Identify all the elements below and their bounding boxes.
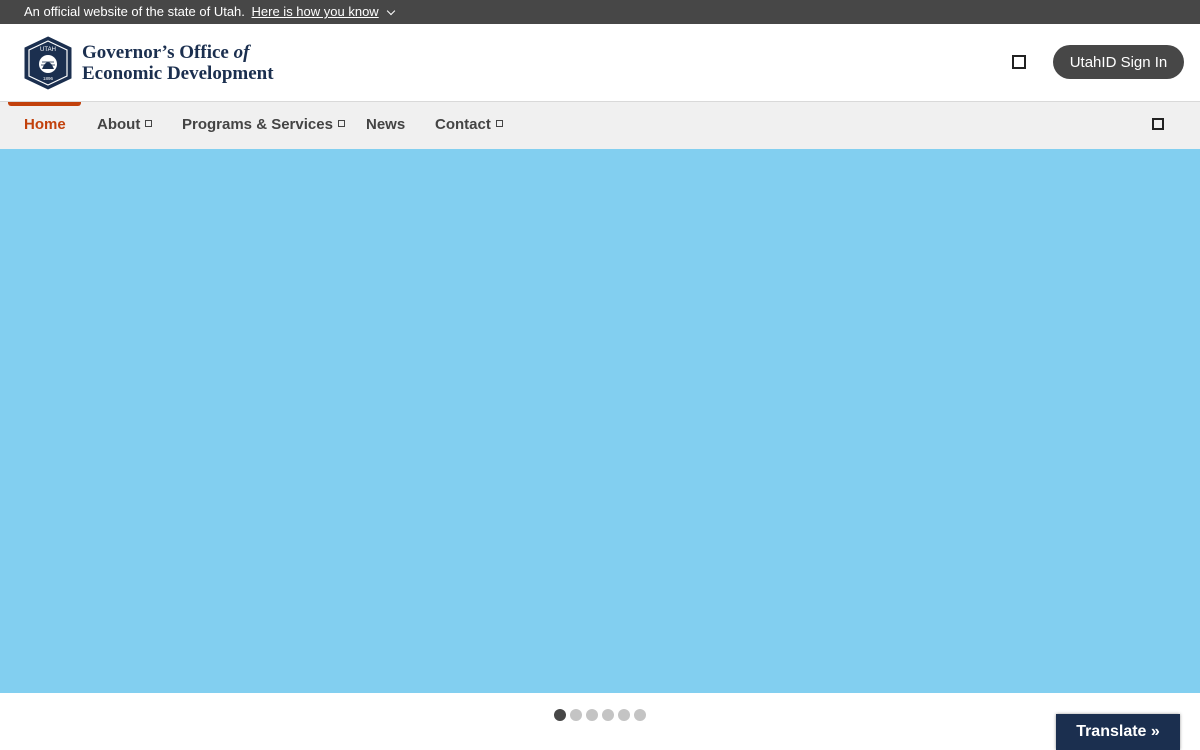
utah-seal-logo[interactable]: UTAH 1896 xyxy=(23,36,73,90)
nav-item-home[interactable]: Home xyxy=(24,116,66,133)
search-icon[interactable] xyxy=(1012,55,1026,69)
agency-title-of: of xyxy=(233,42,250,63)
dropdown-icon xyxy=(337,120,345,127)
carousel-dot[interactable] xyxy=(634,709,646,721)
carousel-dot[interactable] xyxy=(618,709,630,721)
official-banner: An official website of the state of Utah… xyxy=(0,0,1200,24)
utahid-sign-in-button[interactable]: UtahID Sign In xyxy=(1053,45,1184,79)
agency-title-line1: Governor’s Office of xyxy=(82,42,250,63)
menu-icon[interactable] xyxy=(1152,118,1164,130)
hero-carousel-slide[interactable] xyxy=(0,149,1200,693)
how-you-know-link[interactable]: Here is how you know xyxy=(252,4,379,19)
official-banner-text: An official website of the state of Utah… xyxy=(24,4,245,19)
seal-text: UTAH xyxy=(40,47,56,53)
dropdown-icon xyxy=(495,120,503,127)
main-nav: Home About Programs & Services News Cont… xyxy=(0,102,1200,149)
agency-title[interactable]: Governor’s Office of Economic Developmen… xyxy=(82,42,274,84)
nav-item-about[interactable]: About xyxy=(97,116,153,133)
seal-year: 1896 xyxy=(43,76,54,81)
site-header: UTAH 1896 Governor’s Office of Economic … xyxy=(0,24,1200,102)
carousel-dot[interactable] xyxy=(570,709,582,721)
translate-button[interactable]: Translate » xyxy=(1056,714,1180,750)
dropdown-icon xyxy=(145,120,153,127)
carousel-dot[interactable] xyxy=(554,709,566,721)
carousel-dots xyxy=(554,709,646,721)
chevron-down-icon[interactable] xyxy=(387,6,396,16)
agency-title-line2: Economic Development xyxy=(82,63,274,84)
nav-active-indicator xyxy=(8,102,81,106)
nav-item-contact[interactable]: Contact xyxy=(435,116,503,133)
carousel-dot[interactable] xyxy=(586,709,598,721)
nav-item-programs-services[interactable]: Programs & Services xyxy=(182,116,345,133)
nav-item-news[interactable]: News xyxy=(366,116,405,133)
carousel-dot[interactable] xyxy=(602,709,614,721)
